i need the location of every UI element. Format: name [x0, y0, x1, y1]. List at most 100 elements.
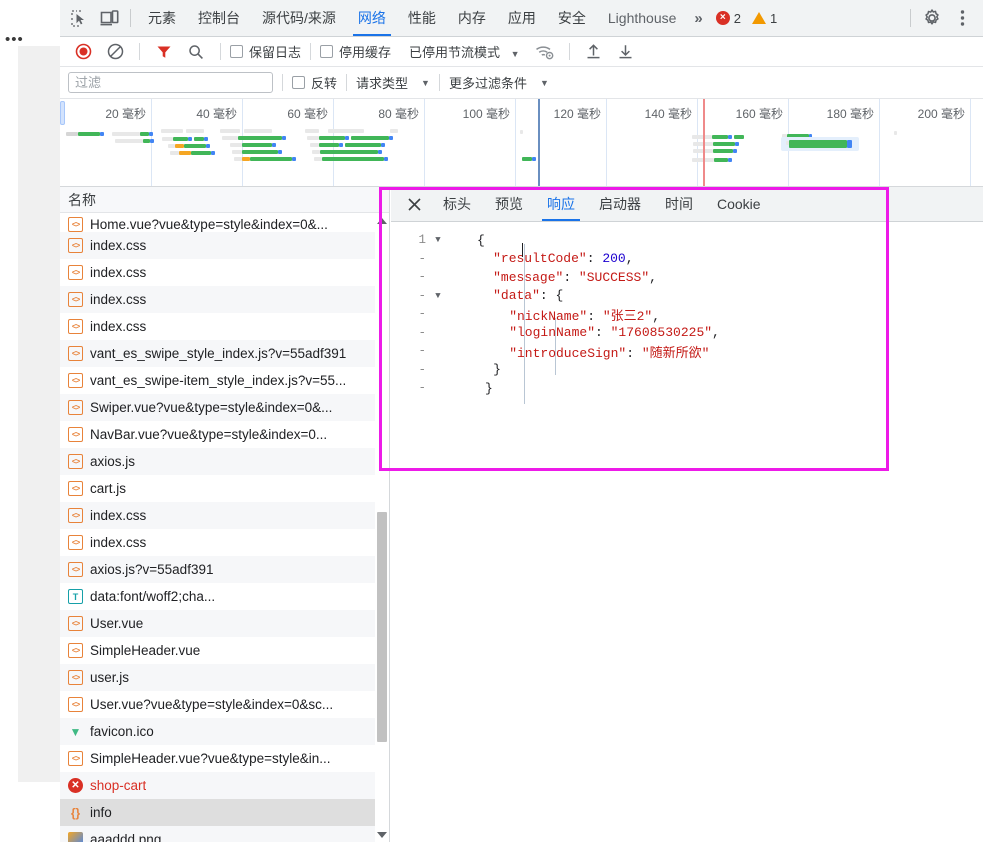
response-body-viewer[interactable]: 1 ▼ {- "resultCode": 200, - "message": "SUCCE…	[391, 223, 983, 842]
dom-content-loaded-marker	[538, 99, 540, 186]
request-type-dropdown[interactable]: 请求类型 ▼	[356, 73, 430, 92]
code-file-icon: <>	[68, 670, 83, 685]
request-row[interactable]: <> Swiper.vue?vue&type=style&index=0&...	[60, 394, 389, 421]
invert-checkbox[interactable]: 反转	[292, 73, 337, 92]
clear-button[interactable]	[100, 39, 130, 65]
filter-icon[interactable]	[149, 39, 179, 65]
more-tabs-chevron-icon[interactable]: »	[687, 10, 709, 27]
request-row[interactable]: aaaddd.png	[60, 826, 389, 842]
gear-icon[interactable]	[917, 4, 947, 32]
device-toolbar-icon[interactable]	[94, 4, 124, 32]
tab-security[interactable]: 安全	[547, 0, 597, 36]
code-file-icon: <>	[68, 535, 83, 550]
request-name: index.css	[90, 265, 147, 280]
fold-toggle-icon[interactable]: ▼	[431, 291, 445, 301]
request-row[interactable]: <> index.css	[60, 313, 389, 340]
request-row[interactable]: <> axios.js?v=55adf391	[60, 556, 389, 583]
overview-selection-handle[interactable]	[60, 101, 65, 125]
chevron-down-icon: ▼	[510, 49, 520, 59]
network-toolbar: 保留日志 停用缓存 已停用节流模式 ▼	[60, 37, 983, 67]
export-har-icon[interactable]	[611, 39, 641, 65]
code-file-icon: <>	[68, 562, 83, 577]
tab-memory[interactable]: 内存	[447, 0, 497, 36]
request-row[interactable]: <> SimpleHeader.vue	[60, 637, 389, 664]
request-name: Home.vue?vue&type=style&index=0&...	[90, 217, 328, 232]
request-row[interactable]: <> Home.vue?vue&type=style&index=0&...	[60, 214, 389, 232]
wifi-settings-icon[interactable]	[530, 39, 560, 65]
filter-input[interactable]	[68, 72, 273, 93]
import-har-icon[interactable]	[579, 39, 609, 65]
response-code-text: }	[493, 362, 501, 378]
request-row[interactable]: <> index.css	[60, 259, 389, 286]
chevron-down-icon: ▼	[539, 77, 549, 88]
request-row[interactable]: <> index.css	[60, 286, 389, 313]
code-file-icon: <>	[68, 265, 83, 280]
tab-console[interactable]: 控制台	[187, 0, 251, 36]
network-lower-region: 名称 <> Home.vue?vue&type=style&index=0&...…	[60, 187, 983, 842]
request-row[interactable]: <> User.vue	[60, 610, 389, 637]
scroll-up-arrow-icon[interactable]	[375, 214, 389, 228]
close-icon[interactable]	[397, 189, 431, 219]
code-file-icon: <>	[68, 697, 83, 712]
request-row[interactable]: <> vant_es_swipe-item_style_index.js?v=55…	[60, 367, 389, 394]
request-row[interactable]: <> cart.js	[60, 475, 389, 502]
overview-tick-4: 100 毫秒	[462, 107, 510, 121]
line-number: -	[418, 270, 426, 285]
detail-tab-timing[interactable]: 时间	[653, 187, 705, 221]
fold-toggle-icon[interactable]: ▼	[431, 235, 445, 245]
request-row[interactable]: <> index.css	[60, 502, 389, 529]
overview-tick-6: 140 毫秒	[644, 107, 692, 121]
code-file-icon: <>	[68, 346, 83, 361]
request-row[interactable]: <> user.js	[60, 664, 389, 691]
warning-count[interactable]: 1	[748, 11, 781, 26]
disable-cache-checkbox[interactable]: 停用缓存	[320, 42, 391, 61]
request-row[interactable]: <> SimpleHeader.vue?vue&type=style&in...	[60, 745, 389, 772]
detail-tab-preview[interactable]: 预览	[483, 187, 535, 221]
tab-network[interactable]: 网络	[347, 0, 397, 36]
detail-tab-headers[interactable]: 标头	[431, 187, 483, 221]
request-row[interactable]: <> User.vue?vue&type=style&index=0&sc...	[60, 691, 389, 718]
request-list-header: 名称	[60, 187, 389, 213]
tab-lighthouse[interactable]: Lighthouse	[597, 0, 688, 36]
inspect-element-icon[interactable]	[64, 4, 94, 32]
request-row[interactable]: <> NavBar.vue?vue&type=style&index=0...	[60, 421, 389, 448]
request-name: index.css	[90, 508, 147, 523]
scrollbar-thumb[interactable]	[377, 512, 387, 742]
tab-performance[interactable]: 性能	[397, 0, 447, 36]
request-row[interactable]: <> axios.js	[60, 448, 389, 475]
request-row[interactable]: {} info	[60, 799, 389, 826]
more-filters-dropdown[interactable]: 更多过滤条件 ▼	[449, 73, 549, 92]
error-icon: ×	[715, 11, 730, 25]
overview-tick-9: 200 毫秒	[917, 107, 965, 121]
scroll-down-arrow-icon[interactable]	[375, 828, 389, 842]
invert-label: 反转	[311, 76, 338, 91]
throttling-select[interactable]: 已停用节流模式 ▼	[409, 42, 520, 61]
preserve-log-checkbox[interactable]: 保留日志	[230, 42, 301, 61]
tab-elements[interactable]: 元素	[137, 0, 187, 36]
response-line: 1 ▼ {	[391, 231, 983, 250]
request-row[interactable]: <> vant_es_swipe_style_index.js?v=55adf39…	[60, 340, 389, 367]
error-count[interactable]: × 2	[712, 11, 745, 26]
record-button[interactable]	[68, 39, 98, 65]
code-file-icon: <>	[68, 319, 83, 334]
request-list-scrollbar[interactable]	[375, 214, 389, 842]
request-rows[interactable]: <> Home.vue?vue&type=style&index=0&... <> i…	[60, 214, 389, 842]
response-line: -}	[391, 361, 983, 380]
tab-sources[interactable]: 源代码/来源	[251, 0, 347, 36]
detail-tab-cookies[interactable]: Cookie	[705, 187, 773, 221]
request-row[interactable]: Tdata:font/woff2;cha...	[60, 583, 389, 610]
more-options-icon[interactable]	[947, 4, 977, 32]
request-row[interactable]: ▼ favicon.ico	[60, 718, 389, 745]
detail-tab-response[interactable]: 响应	[535, 187, 587, 221]
response-line: - "nickName": "张三2",	[391, 305, 983, 324]
search-icon[interactable]	[181, 39, 211, 65]
request-name: axios.js?v=55adf391	[90, 562, 214, 577]
detail-tab-initiator[interactable]: 启动器	[587, 187, 653, 221]
request-row[interactable]: <> index.css	[60, 529, 389, 556]
image-file-icon	[68, 832, 83, 842]
tab-application[interactable]: 应用	[497, 0, 547, 36]
request-row[interactable]: <> index.css	[60, 232, 389, 259]
request-row[interactable]: ✕ shop-cart	[60, 772, 389, 799]
request-name: info	[90, 805, 112, 820]
network-overview-timeline[interactable]: 20 毫秒 40 毫秒 60 毫秒 80 毫秒 100 毫秒 120 毫秒 14…	[60, 99, 983, 187]
